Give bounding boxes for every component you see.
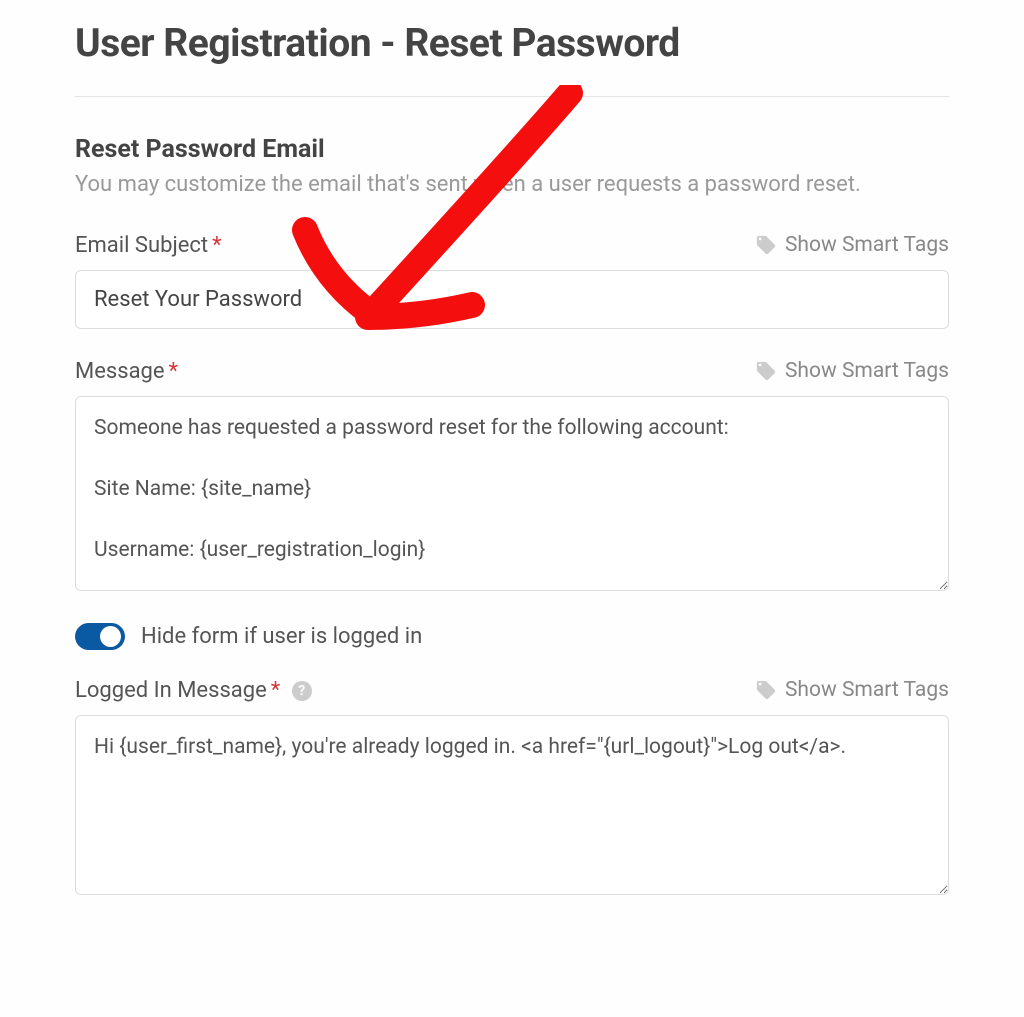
section-title: Reset Password Email	[75, 135, 949, 164]
tag-icon	[755, 234, 777, 256]
message-smart-tags[interactable]: Show Smart Tags	[755, 359, 949, 383]
email-subject-label: Email Subject*	[75, 233, 222, 258]
message-textarea[interactable]	[75, 396, 949, 591]
required-indicator: *	[169, 359, 178, 384]
tag-icon	[755, 679, 777, 701]
smart-tags-label: Show Smart Tags	[785, 233, 949, 257]
help-icon[interactable]: ?	[292, 681, 312, 701]
email-subject-smart-tags[interactable]: Show Smart Tags	[755, 233, 949, 257]
tag-icon	[755, 360, 777, 382]
email-subject-label-text: Email Subject	[75, 233, 208, 258]
logged-in-smart-tags[interactable]: Show Smart Tags	[755, 678, 949, 702]
required-indicator: *	[212, 233, 221, 258]
section-description: You may customize the email that's sent …	[75, 170, 949, 201]
message-label-text: Message	[75, 359, 165, 384]
smart-tags-label: Show Smart Tags	[785, 359, 949, 383]
required-indicator: *	[271, 678, 280, 703]
hide-form-toggle-row: Hide form if user is logged in	[75, 623, 949, 650]
smart-tags-label: Show Smart Tags	[785, 678, 949, 702]
logged-in-message-textarea[interactable]	[75, 715, 949, 895]
message-label: Message*	[75, 359, 178, 384]
logged-in-message-label-text: Logged In Message	[75, 678, 267, 703]
logged-in-message-label: Logged In Message* ?	[75, 678, 312, 703]
toggle-knob	[100, 626, 121, 647]
page-title: User Registration - Reset Password	[75, 20, 949, 66]
message-row: Message* Show Smart Tags	[75, 359, 949, 384]
hide-form-toggle[interactable]	[75, 623, 125, 650]
hide-form-toggle-label: Hide form if user is logged in	[141, 624, 422, 649]
divider	[75, 96, 949, 97]
email-subject-row: Email Subject* Show Smart Tags	[75, 233, 949, 258]
logged-in-message-row: Logged In Message* ? Show Smart Tags	[75, 678, 949, 703]
email-subject-input[interactable]	[75, 270, 949, 329]
